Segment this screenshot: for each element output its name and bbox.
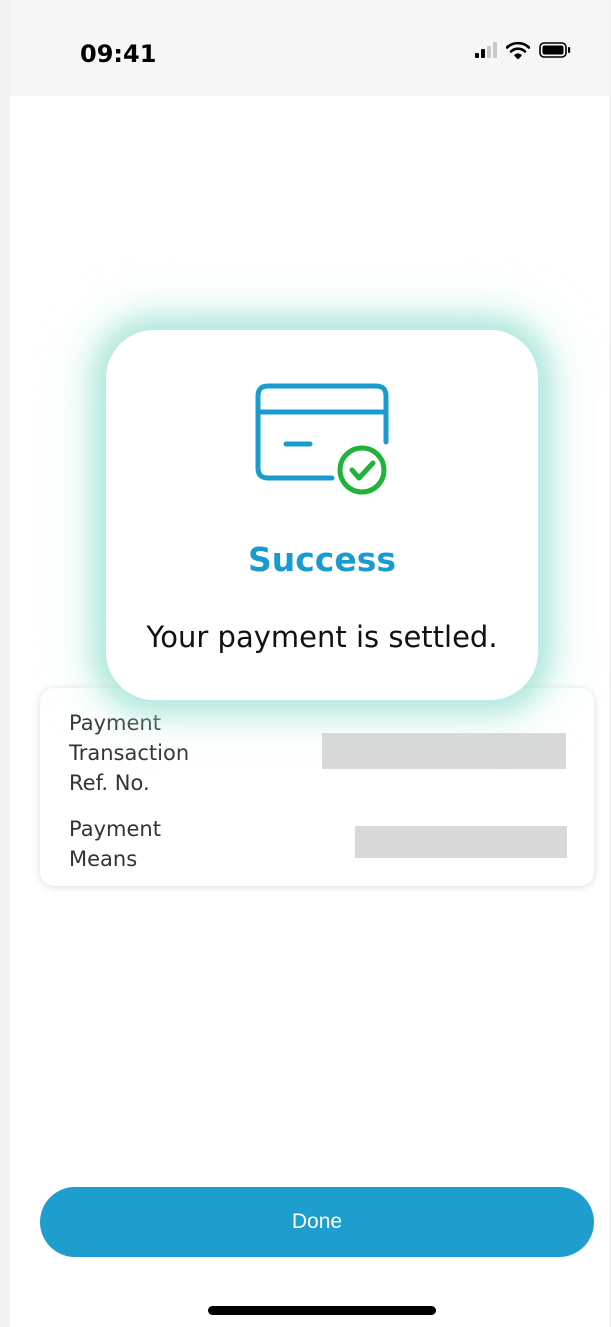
payment-transaction-ref-value bbox=[322, 733, 566, 769]
payment-means-label: Payment Means bbox=[69, 817, 161, 871]
status-bar: 09:41 bbox=[10, 0, 609, 96]
home-indicator[interactable] bbox=[208, 1306, 436, 1315]
status-icons bbox=[475, 41, 571, 64]
payment-details-card: Payment Transaction Ref. No. Payment Mea… bbox=[40, 688, 594, 886]
success-message: Your payment is settled. bbox=[146, 620, 498, 654]
status-time: 09:41 bbox=[80, 40, 157, 68]
credit-card-check-icon bbox=[254, 382, 394, 507]
payment-transaction-ref-label: Payment Transaction Ref. No. bbox=[69, 711, 190, 795]
payment-means-value bbox=[355, 826, 567, 858]
done-button[interactable]: Done bbox=[40, 1187, 594, 1257]
success-title: Success bbox=[247, 540, 397, 579]
wifi-icon bbox=[505, 41, 531, 64]
battery-icon bbox=[539, 42, 571, 63]
success-modal: Success Your payment is settled. bbox=[106, 330, 538, 700]
screen: 09:41 Success Your payment is settled. P… bbox=[0, 0, 611, 1327]
cellular-signal-icon bbox=[475, 42, 497, 63]
